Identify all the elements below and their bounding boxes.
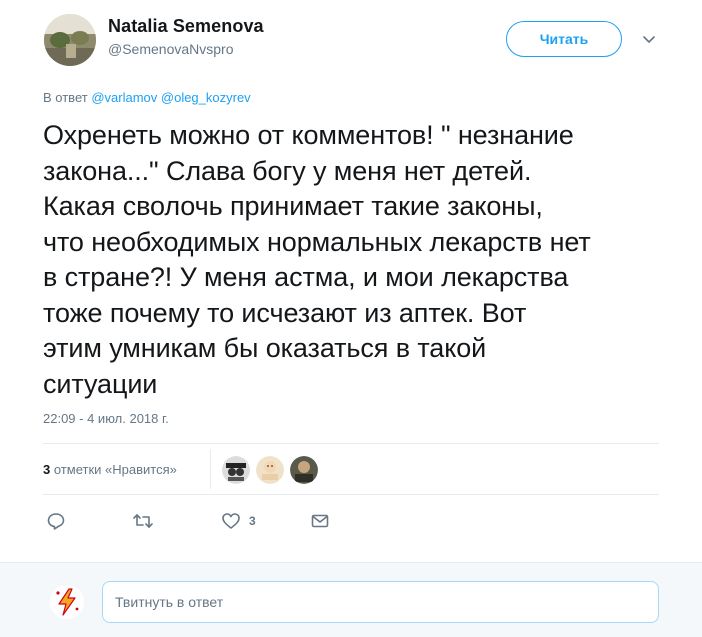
envelope-icon xyxy=(311,514,329,528)
divider xyxy=(43,443,659,444)
liker-avatar[interactable] xyxy=(222,456,250,484)
liker-avatar[interactable] xyxy=(290,456,318,484)
reply-button[interactable] xyxy=(46,510,66,532)
follow-button[interactable]: Читать xyxy=(506,21,622,57)
likers-list xyxy=(222,456,318,484)
avatar-photo-icon xyxy=(44,14,96,66)
reply-mention[interactable]: @varlamov xyxy=(91,90,157,105)
divider xyxy=(43,494,659,495)
liker-avatar[interactable] xyxy=(256,456,284,484)
reply-to-prefix: В ответ xyxy=(43,90,88,105)
author-handle[interactable]: @SemenovaNvspro xyxy=(108,41,234,57)
like-count: 3 xyxy=(249,514,256,528)
tweet-text: Охренеть можно от комментов! " незнание … xyxy=(43,120,591,399)
lightning-avatar-icon xyxy=(50,585,84,619)
reply-mention[interactable]: @oleg_kozyrev xyxy=(161,90,251,105)
tweet-card: Natalia Semenova @SemenovaNvspro Читать … xyxy=(0,0,702,562)
reply-icon xyxy=(47,513,65,530)
like-button[interactable]: 3 xyxy=(221,510,256,532)
reply-input[interactable] xyxy=(102,581,659,623)
retweet-button[interactable] xyxy=(132,510,154,532)
tweet-actions: 3 xyxy=(43,510,363,534)
current-user-avatar[interactable] xyxy=(50,585,84,619)
reply-composer xyxy=(0,562,702,637)
more-options-chevron-down-icon[interactable] xyxy=(640,30,658,48)
retweet-icon xyxy=(133,514,153,528)
likes-label: отметки «Нравится» xyxy=(53,462,177,477)
tweet-timestamp[interactable]: 22:09 - 4 июл. 2018 г. xyxy=(43,411,169,426)
author-avatar[interactable] xyxy=(44,14,96,66)
author-name[interactable]: Natalia Semenova xyxy=(108,16,264,37)
reply-to-line: В ответ @varlamov @oleg_kozyrev xyxy=(43,90,251,105)
heart-icon xyxy=(222,513,240,529)
vertical-divider xyxy=(210,449,211,489)
likes-count: 3 xyxy=(43,462,51,477)
direct-message-button[interactable] xyxy=(310,510,330,532)
likes-stat[interactable]: 3 отметки «Нравится» xyxy=(43,462,177,477)
